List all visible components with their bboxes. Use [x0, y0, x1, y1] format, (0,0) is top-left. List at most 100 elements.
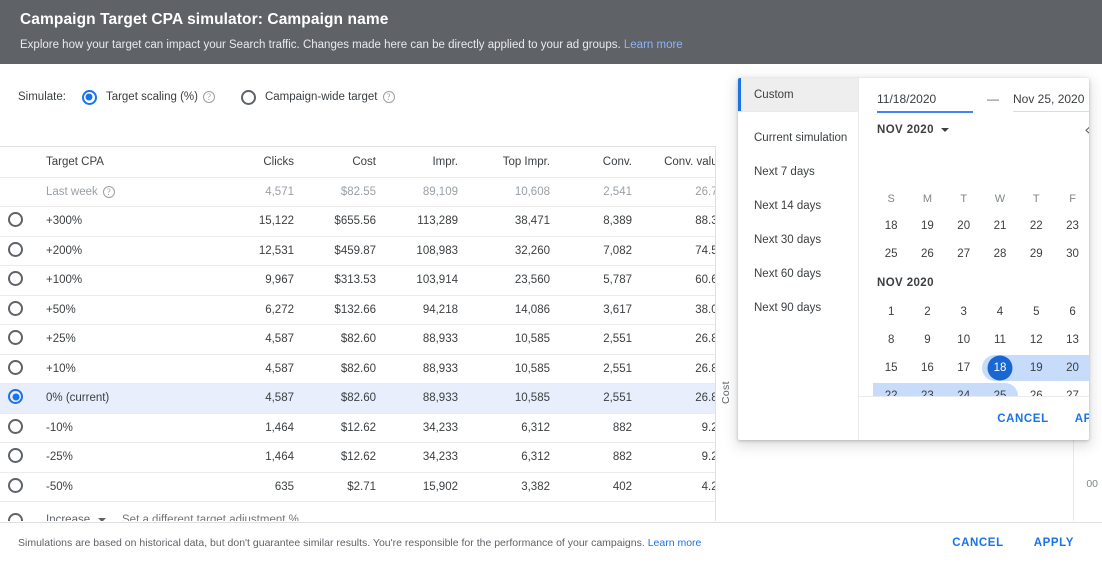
chevron-down-icon — [941, 128, 949, 132]
calendar-day-13[interactable]: 13 — [1054, 326, 1089, 354]
table-row[interactable]: +25%4,587$82.6088,93310,5852,55126.86 — [0, 325, 716, 355]
radio-icon-row-10[interactable] — [8, 478, 23, 493]
date-preset-next-7-days[interactable]: Next 7 days — [738, 155, 858, 189]
row-radio-cell[interactable] — [0, 207, 38, 237]
calendar-day-17[interactable]: 17 — [946, 354, 982, 382]
row-radio-cell[interactable] — [0, 443, 38, 473]
calendar-day-28[interactable]: 28 — [982, 240, 1018, 268]
calendar-day-26[interactable]: 26 — [909, 240, 945, 268]
date-preset-next-60-days[interactable]: Next 60 days — [738, 257, 858, 291]
calendar-day-21[interactable]: 21 — [982, 212, 1018, 240]
calendar-day-19[interactable]: 19 — [1018, 354, 1054, 382]
help-icon-target-scaling[interactable]: ? — [203, 91, 215, 103]
footer-apply-button[interactable]: APPLY — [1026, 531, 1082, 555]
row-radio-cell[interactable] — [0, 472, 38, 502]
calendar-day-16[interactable]: 16 — [909, 354, 945, 382]
calendar-day-18[interactable]: 18 — [982, 354, 1018, 382]
date-preset-next-90-days[interactable]: Next 90 days — [738, 291, 858, 325]
calendar-day-19[interactable]: 19 — [909, 212, 945, 240]
row-radio-cell[interactable] — [0, 413, 38, 443]
table-row[interactable]: -10%1,464$12.6234,2336,3128829.28 — [0, 413, 716, 443]
calendar-day-23[interactable]: 23 — [909, 382, 945, 396]
calendar-day-15[interactable]: 15 — [873, 354, 909, 382]
cell-impr: 88,933 — [384, 354, 466, 384]
calendar-day-1[interactable]: 1 — [873, 298, 909, 326]
calendar-day-10[interactable]: 10 — [946, 326, 982, 354]
row-radio-cell[interactable] — [0, 266, 38, 296]
calendar-day-22[interactable]: 22 — [873, 382, 909, 396]
chevron-left-icon[interactable]: ‹ — [1084, 123, 1089, 137]
calendar-day-25[interactable]: 25 — [873, 240, 909, 268]
row-radio-cell[interactable] — [0, 384, 38, 414]
calendar-day-27[interactable]: 27 — [1054, 382, 1089, 396]
radio-icon-target-scaling[interactable] — [82, 90, 97, 105]
calendar-day-4[interactable]: 4 — [982, 298, 1018, 326]
radio-icon-row-6[interactable] — [8, 360, 23, 375]
radio-icon-row-7[interactable] — [8, 389, 23, 404]
calendar-day-25[interactable]: 25 — [982, 382, 1018, 396]
radio-icon-row-2[interactable] — [8, 242, 23, 257]
radio-icon-custom-adjustment[interactable] — [8, 513, 23, 522]
calendar-day-5[interactable]: 5 — [1018, 298, 1054, 326]
calendar-day-20[interactable]: 20 — [1054, 354, 1089, 382]
radio-icon-row-1[interactable] — [8, 212, 23, 227]
calendar-day-9[interactable]: 9 — [909, 326, 945, 354]
calendar-day-26[interactable]: 26 — [1018, 382, 1054, 396]
calendar-day-29[interactable]: 29 — [1018, 240, 1054, 268]
row-radio-cell[interactable] — [0, 295, 38, 325]
date-picker-cancel-button[interactable]: CANCEL — [989, 407, 1057, 431]
calendar-day-2[interactable]: 2 — [909, 298, 945, 326]
table-row[interactable]: -50%635$2.7115,9023,3824024.23 — [0, 472, 716, 502]
calendar-day-23[interactable]: 23 — [1054, 212, 1089, 240]
calendar-day-27[interactable]: 27 — [946, 240, 982, 268]
calendar-day-30[interactable]: 30 — [1054, 240, 1089, 268]
calendar-day-6[interactable]: 6 — [1054, 298, 1089, 326]
table-row[interactable]: +300%15,122$655.56113,28938,4718,38988.3… — [0, 207, 716, 237]
header-learn-more-link[interactable]: Learn more — [624, 39, 683, 51]
calendar-day-12[interactable]: 12 — [1018, 326, 1054, 354]
row-radio-cell[interactable] — [0, 236, 38, 266]
calendar-day-8[interactable]: 8 — [873, 326, 909, 354]
calendar-day-24[interactable]: 24 — [946, 382, 982, 396]
radio-icon-campaign-wide-target[interactable] — [241, 90, 256, 105]
target-adjustment-input[interactable] — [122, 514, 347, 522]
row-radio-cell[interactable] — [0, 354, 38, 384]
direction-select[interactable]: Increase — [46, 514, 108, 521]
help-icon-campaign-wide-target[interactable]: ? — [383, 91, 395, 103]
start-date-input[interactable]: 11/18/2020 — [877, 92, 973, 113]
radio-icon-row-9[interactable] — [8, 448, 23, 463]
table-row[interactable]: +10%4,587$82.6088,93310,5852,55126.86 — [0, 354, 716, 384]
calendar-day-18[interactable]: 18 — [873, 212, 909, 240]
footer-learn-more-link[interactable]: Learn more — [648, 537, 702, 549]
help-icon-last-week[interactable]: ? — [103, 186, 115, 198]
month-selector[interactable]: NOV 2020 — [877, 124, 949, 136]
footer-cancel-button[interactable]: CANCEL — [944, 531, 1012, 555]
radio-option-campaign-wide-target[interactable]: Campaign-wide target ? — [241, 90, 395, 105]
table-row[interactable]: +50%6,272$132.6694,21814,0863,61738.08 — [0, 295, 716, 325]
table-row[interactable]: +200%12,531$459.87108,98332,2607,08274.5… — [0, 236, 716, 266]
calendar-scroll-region[interactable]: SMTWTFS 1819202122232425262728293031NOV … — [859, 186, 1089, 396]
end-date-input[interactable]: Nov 25, 2020 — [1013, 92, 1089, 112]
radio-icon-row-3[interactable] — [8, 271, 23, 286]
date-preset-next-14-days[interactable]: Next 14 days — [738, 189, 858, 223]
table-row[interactable]: 0% (current)4,587$82.6088,93310,5852,551… — [0, 384, 716, 414]
radio-icon-row-8[interactable] — [8, 419, 23, 434]
date-preset-next-30-days[interactable]: Next 30 days — [738, 223, 858, 257]
date-picker-apply-button[interactable]: APPLY — [1067, 407, 1089, 431]
date-preset-custom[interactable]: Custom — [738, 78, 858, 112]
table-row[interactable]: +100%9,967$313.53103,91423,5605,78760.61 — [0, 266, 716, 296]
table-row[interactable]: -25%1,464$12.6234,2336,3128829.28 — [0, 443, 716, 473]
custom-adjustment-row[interactable]: Increase — [0, 502, 716, 522]
calendar-day-22[interactable]: 22 — [1018, 212, 1054, 240]
table-row[interactable]: Last week?4,571$82.5589,10910,6082,54126… — [0, 177, 716, 207]
row-radio-cell[interactable] — [0, 502, 38, 522]
row-radio-cell[interactable] — [0, 177, 38, 207]
radio-option-target-scaling[interactable]: Target scaling (%) ? — [82, 90, 215, 105]
radio-icon-row-4[interactable] — [8, 301, 23, 316]
radio-icon-row-5[interactable] — [8, 330, 23, 345]
calendar-day-11[interactable]: 11 — [982, 326, 1018, 354]
calendar-day-20[interactable]: 20 — [946, 212, 982, 240]
calendar-day-3[interactable]: 3 — [946, 298, 982, 326]
row-radio-cell[interactable] — [0, 325, 38, 355]
date-preset-current-simulation[interactable]: Current simulation — [738, 121, 858, 155]
